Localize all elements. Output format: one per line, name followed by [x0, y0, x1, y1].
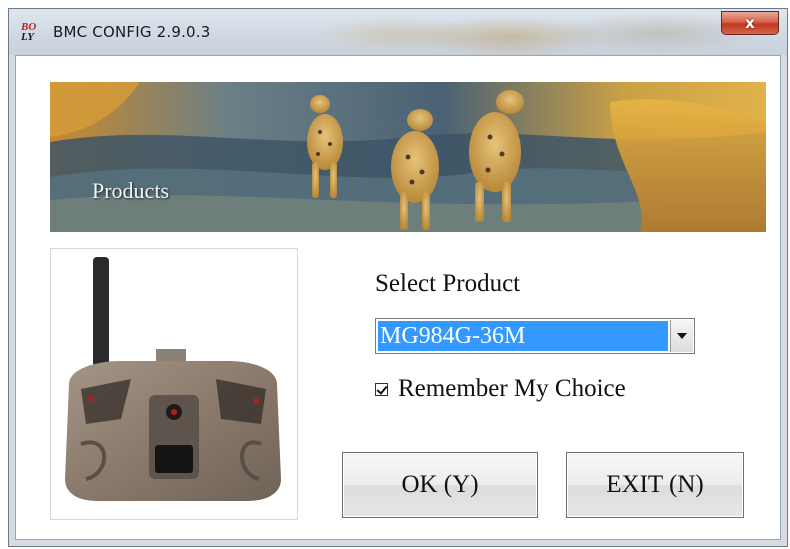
dropdown-arrow-button[interactable]	[670, 320, 693, 352]
app-logo-icon: BO LY	[21, 21, 37, 43]
title-bar[interactable]: BO LY BMC CONFIG 2.9.0.3 x	[9, 9, 787, 55]
dialog-client-area: Products Select Product MG984G-36M Remem…	[15, 55, 781, 540]
select-product-label: Select Product	[375, 270, 521, 297]
product-dropdown-value[interactable]: MG984G-36M	[378, 321, 668, 351]
close-button[interactable]: x	[721, 11, 779, 35]
close-icon: x	[745, 14, 755, 32]
cheetah-savanna-picture	[50, 82, 766, 232]
trail-camera-picture	[65, 257, 281, 501]
chevron-down-icon	[677, 333, 687, 339]
banner-title: Products	[92, 178, 169, 203]
exit-button[interactable]: EXIT (N)	[566, 452, 744, 518]
product-dropdown[interactable]: MG984G-36M	[375, 318, 695, 354]
banner-image: Products	[50, 82, 766, 232]
ok-button[interactable]: OK (Y)	[342, 452, 538, 518]
window-title: BMC CONFIG 2.9.0.3	[53, 23, 211, 41]
product-camera-image	[50, 248, 298, 520]
app-window: BO LY BMC CONFIG 2.9.0.3 x Products Sele…	[8, 8, 788, 547]
remember-choice-row[interactable]: Remember My Choice	[375, 374, 626, 404]
remember-choice-label[interactable]: Remember My Choice	[398, 375, 626, 403]
remember-choice-checkbox[interactable]	[375, 382, 388, 396]
